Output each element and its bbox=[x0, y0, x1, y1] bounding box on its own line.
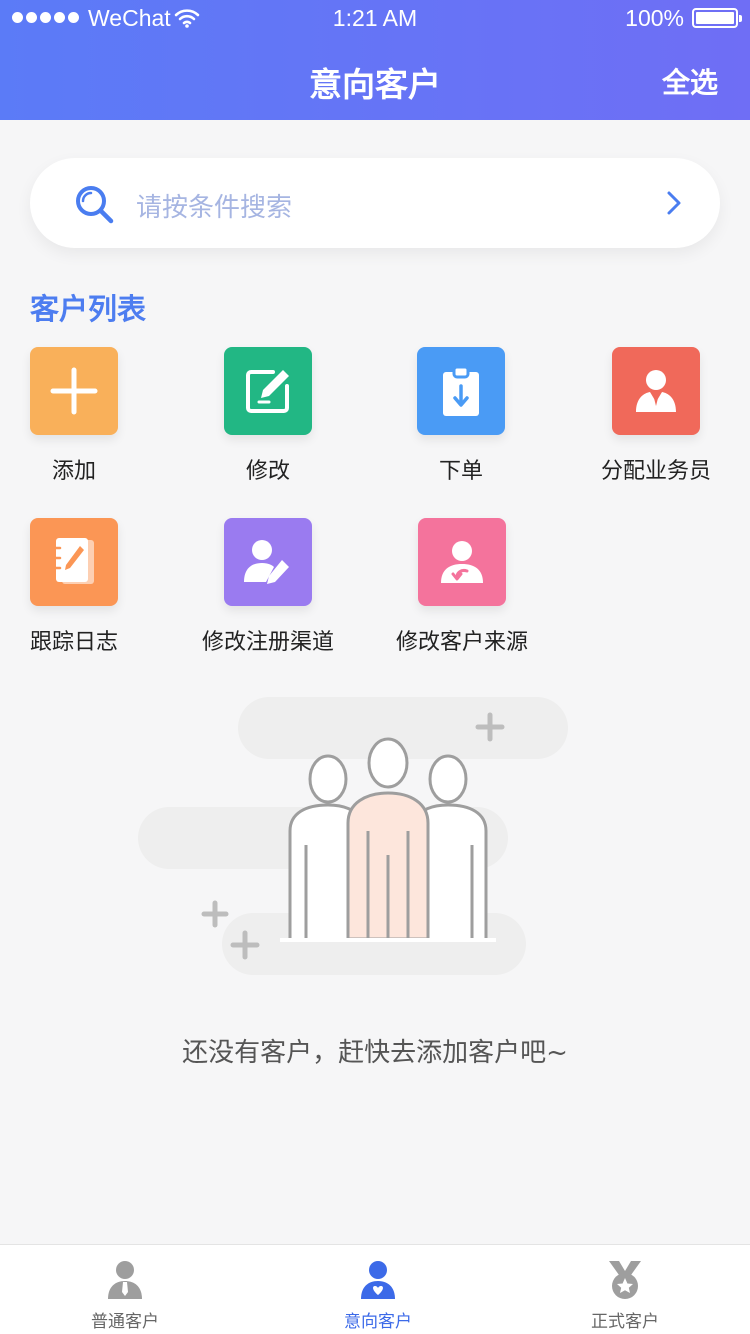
tab-formal-customers[interactable]: 正式客户 bbox=[500, 1245, 750, 1334]
tab-bar: 普通客户 意向客户 正式客户 bbox=[0, 1244, 750, 1334]
place-order-button[interactable]: 下单 bbox=[374, 347, 548, 485]
tracking-log-button[interactable]: 跟踪日志 bbox=[0, 518, 161, 656]
status-bar: WeChat 1:21 AM 100% bbox=[0, 0, 750, 40]
user-edit-icon bbox=[224, 518, 312, 606]
search-bar[interactable]: 请按条件搜索 bbox=[30, 158, 720, 248]
edit-source-button[interactable]: 修改客户来源 bbox=[375, 518, 549, 656]
add-customer-button[interactable]: 添加 bbox=[0, 347, 161, 485]
page-title: 意向客户 bbox=[309, 65, 441, 104]
edit-channel-button[interactable]: 修改注册渠道 bbox=[181, 518, 355, 656]
chevron-right-icon[interactable] bbox=[666, 190, 682, 220]
empty-customers-illustration bbox=[130, 695, 580, 989]
header: WeChat 1:21 AM 100% 意向客户 全选 bbox=[0, 0, 750, 120]
clipboard-download-icon bbox=[417, 347, 505, 435]
user-return-icon bbox=[418, 518, 506, 606]
action-label: 下单 bbox=[438, 459, 483, 484]
plus-icon bbox=[30, 347, 118, 435]
action-label: 跟踪日志 bbox=[29, 630, 118, 655]
action-label: 修改客户来源 bbox=[395, 630, 528, 655]
edit-icon bbox=[224, 347, 312, 435]
tab-regular-customers[interactable]: 普通客户 bbox=[0, 1245, 250, 1334]
select-all-button[interactable]: 全选 bbox=[662, 61, 718, 101]
action-label: 修改注册渠道 bbox=[201, 630, 334, 655]
medal-icon bbox=[605, 1259, 645, 1305]
section-title: 客户列表 bbox=[30, 292, 147, 326]
action-label: 添加 bbox=[51, 459, 96, 484]
assign-salesperson-button[interactable]: 分配业务员 bbox=[569, 347, 743, 485]
empty-state-message: 还没有客户，赶快去添加客户吧~ bbox=[182, 1038, 568, 1068]
action-label: 修改 bbox=[245, 459, 290, 484]
battery-percent: 100% bbox=[625, 5, 684, 31]
notebook-icon bbox=[30, 518, 118, 606]
tab-intended-customers[interactable]: 意向客户 bbox=[253, 1245, 503, 1334]
user-tie-icon bbox=[105, 1259, 145, 1303]
tab-label: 正式客户 bbox=[591, 1312, 659, 1332]
action-label: 分配业务员 bbox=[600, 459, 711, 484]
search-icon bbox=[74, 184, 116, 230]
battery-icon bbox=[692, 8, 742, 28]
user-heart-icon bbox=[358, 1259, 398, 1303]
search-input[interactable]: 请按条件搜索 bbox=[136, 187, 292, 224]
salesperson-icon bbox=[612, 347, 700, 435]
tab-label: 普通客户 bbox=[91, 1312, 159, 1332]
tab-label: 意向客户 bbox=[344, 1312, 412, 1332]
edit-customer-button[interactable]: 修改 bbox=[181, 347, 355, 485]
